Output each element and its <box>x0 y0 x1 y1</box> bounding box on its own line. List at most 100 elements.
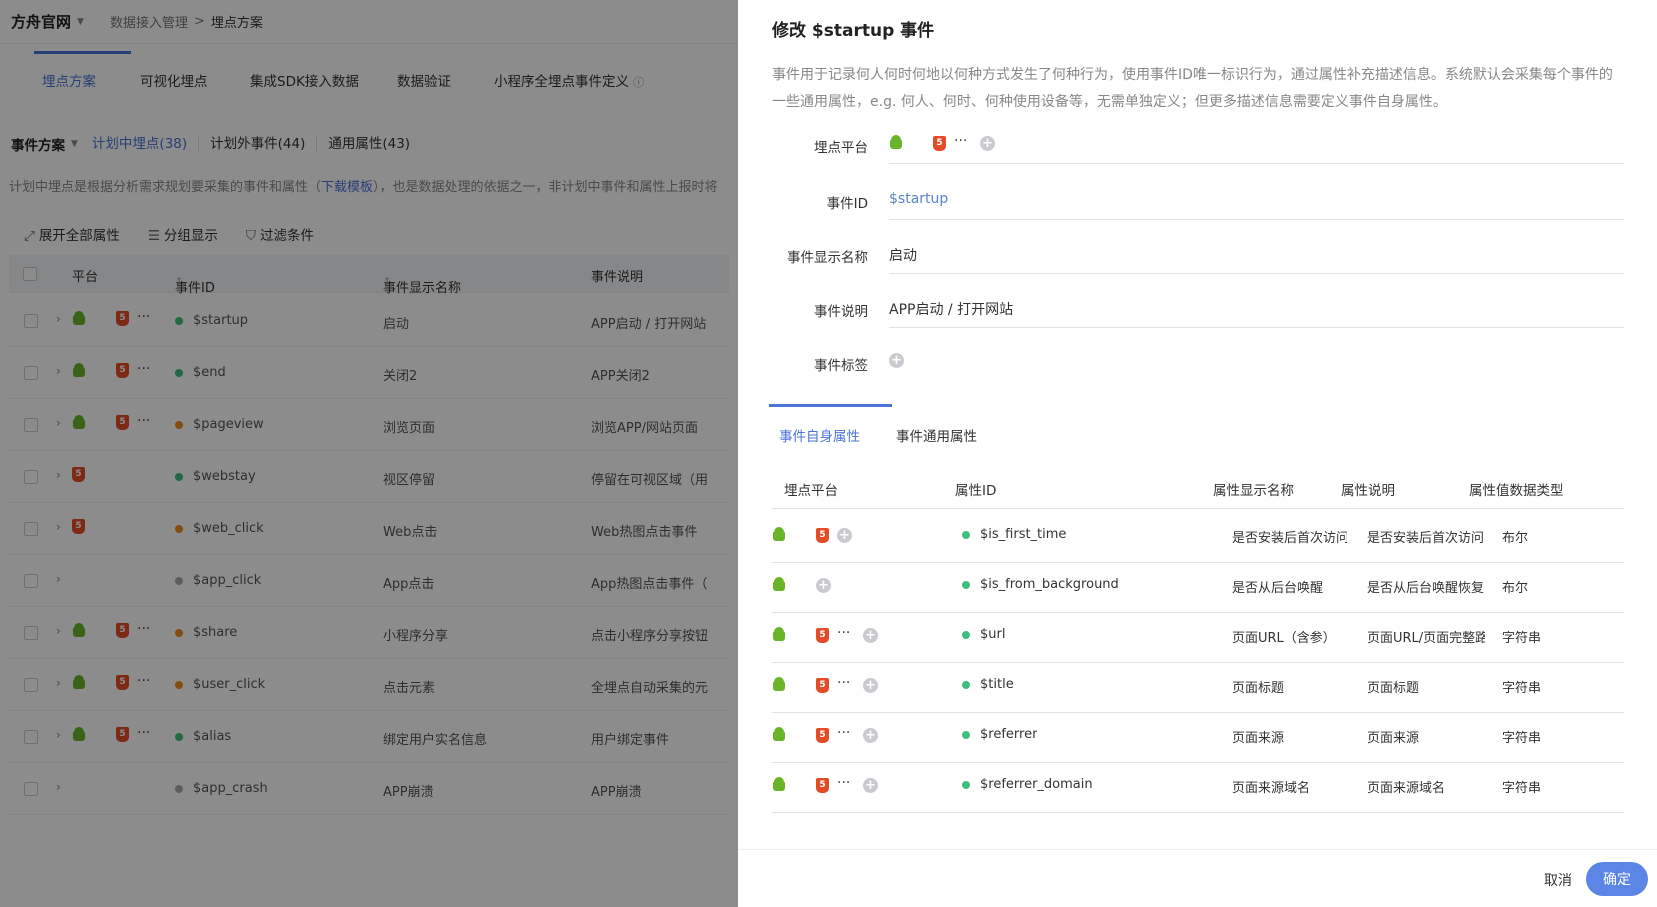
more-icon[interactable]: ··· <box>954 134 972 151</box>
tab-own-properties[interactable]: 事件自身属性 <box>779 425 860 445</box>
property-type-cell: 布尔 <box>1502 531 1529 546</box>
apple-icon <box>911 135 925 151</box>
property-type-cell: 字符串 <box>1502 681 1542 696</box>
property-platforms: 5 ··· + <box>772 776 878 793</box>
apple-icon <box>794 727 808 743</box>
html5-icon: 5 <box>933 135 946 151</box>
drawer-footer: 取消 确定 <box>738 849 1657 907</box>
add-icon[interactable]: + <box>863 677 878 693</box>
property-desc-cell: 页面来源域名 <box>1367 781 1446 796</box>
status-dot <box>962 580 970 589</box>
property-id-cell: $url <box>962 627 1005 642</box>
property-name-cell: 是否从后台唤醒 <box>1232 581 1324 596</box>
android-icon <box>772 627 786 643</box>
property-id-cell: $is_from_background <box>962 577 1119 592</box>
event-name-field: 事件显示名称 启动 <box>772 234 1624 274</box>
platform-field: 埋点平台 5 ··· + <box>772 124 1624 164</box>
column-property-name: 属性显示名称 <box>1213 483 1294 499</box>
apple-icon <box>794 627 808 643</box>
platform-icons: 5 ··· + <box>889 124 1624 164</box>
tag-value: + <box>889 342 1624 382</box>
event-id-input[interactable]: $startup <box>889 180 1624 220</box>
drawer-description: 事件用于记录何人何时何地以何种方式发生了何种行为，使用事件ID唯一标识行为，通过… <box>772 67 1613 110</box>
property-id-text: $referrer <box>980 727 1038 742</box>
apple-icon <box>794 777 808 793</box>
more-icon[interactable]: ··· <box>837 676 855 693</box>
property-platforms: 5 ··· + <box>772 726 878 743</box>
add-icon[interactable]: + <box>863 727 878 743</box>
android-icon <box>772 677 786 693</box>
column-property-id: 属性ID <box>955 483 997 499</box>
property-row[interactable]: 5 ··· + $referrer_domain 页面来源域名 页面来源域名 字符串 <box>772 760 1624 813</box>
add-icon[interactable]: + <box>863 777 878 793</box>
property-row[interactable]: + $is_from_background 是否从后台唤醒 是否从后台唤醒恢复 布尔 <box>772 560 1624 613</box>
property-platforms: 5 + <box>772 527 852 543</box>
more-icon[interactable]: ··· <box>837 626 855 643</box>
add-icon[interactable]: + <box>816 577 831 593</box>
property-name-cell: 是否安装后首次访问 <box>1232 531 1347 546</box>
property-id-text: $url <box>980 627 1006 642</box>
more-icon[interactable]: ··· <box>837 726 855 743</box>
event-desc-input[interactable]: APP启动 / 打开网站 <box>889 288 1624 328</box>
property-id-cell: $is_first_time <box>962 527 1066 542</box>
property-id-text: $title <box>980 677 1014 692</box>
add-icon[interactable]: + <box>863 627 878 643</box>
html5-icon: 5 <box>816 527 829 543</box>
properties-table-header: 埋点平台 属性ID 属性显示名称 属性说明 属性值数据类型 <box>772 464 1624 509</box>
field-label: 事件ID <box>826 196 868 212</box>
add-icon[interactable]: + <box>980 135 995 151</box>
field-label: 埋点平台 <box>814 140 868 156</box>
confirm-button[interactable]: 确定 <box>1586 862 1648 896</box>
field-label: 事件标签 <box>814 358 868 374</box>
property-id-cell: $title <box>962 677 1014 692</box>
html5-icon: 5 <box>816 777 829 793</box>
apple-icon <box>794 527 808 543</box>
column-property-desc: 属性说明 <box>1341 483 1395 499</box>
property-desc-cell: 页面来源 <box>1367 731 1420 746</box>
status-dot <box>962 680 970 689</box>
property-id-cell: $referrer <box>962 727 1037 742</box>
property-row[interactable]: 5 + $is_first_time 是否安装后首次访问 是否安装后首次访问 布尔 <box>772 510 1624 563</box>
property-platforms: + <box>772 577 831 593</box>
property-row[interactable]: 5 ··· + $referrer 页面来源 页面来源 字符串 <box>772 710 1624 763</box>
event-desc-field: 事件说明 APP启动 / 打开网站 <box>772 288 1624 328</box>
add-icon[interactable]: + <box>837 527 852 543</box>
android-icon <box>772 577 786 593</box>
property-name-cell: 页面来源 <box>1232 731 1285 746</box>
platform-icon-list: 5 ··· + <box>889 134 1624 151</box>
property-row[interactable]: 5 ··· + $url 页面URL（含参） 页面URL/页面完整路径 字符串 <box>772 610 1624 663</box>
status-dot <box>962 730 970 739</box>
status-dot <box>962 530 970 539</box>
property-row[interactable]: 5 ··· + $title 页面标题 页面标题 字符串 <box>772 660 1624 713</box>
add-tag-icon[interactable]: + <box>889 352 904 368</box>
html5-icon: 5 <box>816 627 829 643</box>
property-name-cell: 页面来源域名 <box>1232 781 1311 796</box>
property-type-cell: 布尔 <box>1502 581 1529 596</box>
property-platforms: 5 ··· + <box>772 626 878 643</box>
event-id-field: 事件ID $startup <box>772 180 1624 220</box>
status-dot <box>962 630 970 639</box>
tab-common-properties[interactable]: 事件通用属性 <box>896 425 977 445</box>
edit-event-drawer: 修改 $startup 事件 事件用于记录何人何时何地以何种方式发生了何种行为，… <box>738 0 1657 907</box>
android-icon <box>889 135 903 151</box>
property-type-cell: 字符串 <box>1502 781 1542 796</box>
event-name-input[interactable]: 启动 <box>889 234 1624 274</box>
event-tag-field: 事件标签 + <box>772 342 1624 382</box>
column-property-type: 属性值数据类型 <box>1469 483 1564 499</box>
active-tab-indicator <box>769 404 892 407</box>
more-icon[interactable]: ··· <box>837 776 855 793</box>
property-desc-cell: 是否从后台唤醒恢复 <box>1367 581 1485 596</box>
column-platform: 埋点平台 <box>784 483 838 499</box>
cancel-button[interactable]: 取消 <box>1544 870 1572 890</box>
apple-icon <box>794 677 808 693</box>
modal-overlay[interactable] <box>0 0 738 907</box>
property-desc-cell: 页面URL/页面完整路径 <box>1367 631 1485 646</box>
property-id-text: $is_from_background <box>980 577 1119 592</box>
property-tabs: 事件自身属性 事件通用属性 <box>769 404 1624 450</box>
html5-icon: 5 <box>816 677 829 693</box>
property-desc-cell: 是否安装后首次访问 <box>1367 531 1485 546</box>
field-label: 事件显示名称 <box>787 250 868 266</box>
property-type-cell: 字符串 <box>1502 631 1542 646</box>
property-platforms: 5 ··· + <box>772 676 878 693</box>
property-name-cell: 页面URL（含参） <box>1232 631 1336 646</box>
